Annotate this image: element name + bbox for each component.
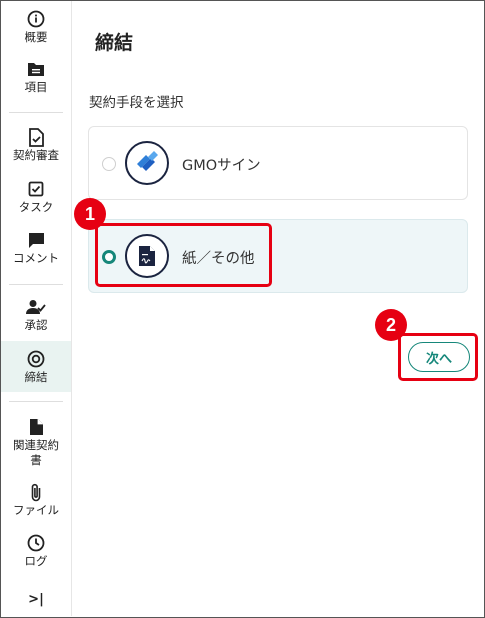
sidebar-item-label-line2: 書 [30, 453, 42, 467]
sidebar-item-label: 承認 [24, 318, 48, 332]
sidebar-item-overview[interactable]: 概要 [1, 9, 71, 49]
sidebar-item-log[interactable]: ログ [1, 533, 71, 573]
doc-check-icon [26, 127, 46, 147]
sidebar-divider [9, 284, 63, 285]
checkbox-icon [26, 179, 46, 199]
sidebar-divider [9, 112, 63, 113]
step-badge-2: 2 [375, 309, 407, 341]
sidebar-item-label: ログ [24, 554, 48, 568]
sidebar-item-label: 締結 [24, 370, 48, 384]
sidebar: 概要 項目 契約審査 タスク コメント 承認 締結 関連契約 書 ファイル ログ… [1, 1, 72, 616]
target-icon [26, 349, 46, 369]
clock-icon [26, 533, 46, 553]
sidebar-item-conclusion[interactable]: 締結 [1, 341, 71, 392]
gmo-sign-logo [125, 141, 169, 185]
sidebar-item-label: 項目 [24, 80, 48, 94]
person-check-icon [26, 297, 46, 317]
folder-icon [26, 59, 46, 79]
window-frame [0, 0, 485, 618]
sidebar-item-label: ファイル [13, 503, 59, 517]
sidebar-item-comments[interactable]: コメント [1, 230, 71, 270]
info-icon [26, 9, 46, 29]
page-title: 締結 [95, 32, 134, 54]
sidebar-item-label: タスク [18, 200, 54, 214]
comment-icon [26, 230, 46, 250]
collapse-icon: >| [28, 592, 44, 607]
option-label: GMOサイン [182, 158, 261, 174]
sidebar-item-label: 契約審査 [13, 148, 59, 162]
document-icon [26, 417, 46, 437]
sidebar-item-items[interactable]: 項目 [1, 59, 71, 99]
sidebar-item-contract-review[interactable]: 契約審査 [1, 127, 71, 169]
highlight-box-2 [398, 333, 478, 381]
sidebar-item-approval[interactable]: 承認 [1, 297, 71, 337]
sidebar-divider [9, 401, 63, 402]
sidebar-item-label: 概要 [24, 30, 48, 44]
section-label: 契約手段を選択 [89, 95, 184, 111]
sidebar-item-label: コメント [13, 251, 59, 265]
sidebar-item-files[interactable]: ファイル [1, 482, 71, 522]
sidebar-item-related-contracts[interactable]: 関連契約 書 [1, 417, 71, 473]
option-gmo-sign[interactable]: GMOサイン [88, 126, 468, 200]
paperclip-icon [26, 482, 46, 502]
sidebar-item-label: 関連契約 [13, 438, 59, 452]
radio-gmo-sign[interactable] [102, 157, 116, 171]
sidebar-item-tasks[interactable]: タスク [1, 179, 71, 219]
step-badge-1: 1 [74, 198, 106, 230]
highlight-box-1 [95, 223, 272, 287]
sidebar-collapse-button[interactable]: >| [1, 591, 71, 609]
